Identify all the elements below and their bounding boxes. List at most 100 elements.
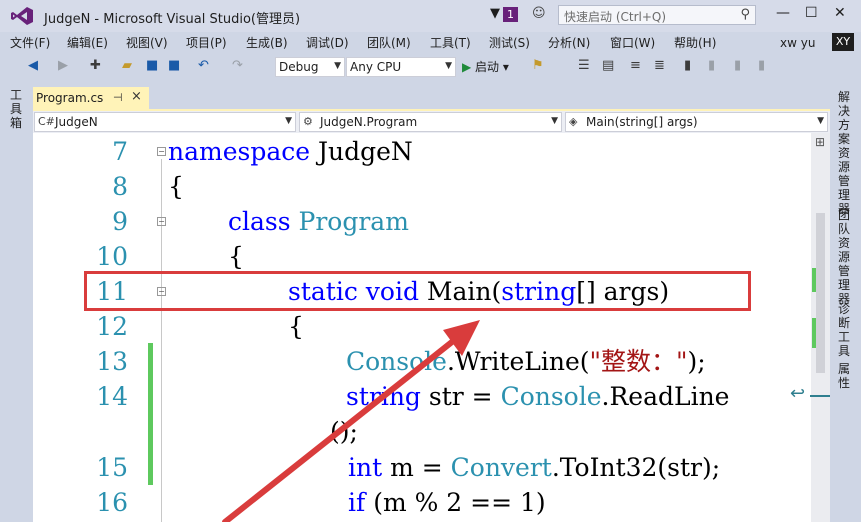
- visual-studio-logo-icon: [11, 7, 33, 25]
- menu-edit[interactable]: 编辑(E): [67, 34, 108, 51]
- platform-dropdown[interactable]: Any CPU ▼: [346, 57, 456, 77]
- feedback-icon[interactable]: ☺: [532, 6, 546, 21]
- properties-icon[interactable]: ▤: [602, 58, 614, 73]
- clear-bookmarks-icon[interactable]: ▮: [758, 58, 765, 73]
- project-dropdown[interactable]: C# JudgeN ▼: [34, 112, 296, 132]
- collapse-icon[interactable]: −: [157, 147, 166, 156]
- menu-build[interactable]: 生成(B): [246, 34, 288, 51]
- new-project-icon[interactable]: ✚: [90, 58, 101, 73]
- split-view-icon[interactable]: ⊞: [815, 135, 825, 149]
- keyword: if: [348, 488, 366, 517]
- project-value: JudgeN: [55, 115, 98, 129]
- member-dropdown[interactable]: ◈ Main(string[] args) ▼: [565, 112, 828, 132]
- menu-view[interactable]: 视图(V): [126, 34, 168, 51]
- method-icon: ◈: [569, 115, 578, 128]
- minimize-icon[interactable]: —: [776, 5, 790, 21]
- search-icon[interactable]: ⚲: [740, 7, 750, 22]
- menu-bar: 文件(F) 编辑(E) 视图(V) 项目(P) 生成(B) 调试(D) 团队(M…: [0, 32, 861, 52]
- line-number: 7: [112, 137, 128, 166]
- maximize-icon[interactable]: ☐: [805, 5, 818, 21]
- scroll-thumb[interactable]: [816, 213, 825, 373]
- browser-link-icon[interactable]: ⚑: [532, 58, 544, 73]
- menu-window[interactable]: 窗口(W): [610, 34, 655, 51]
- platform-value: Any CPU: [350, 60, 402, 74]
- open-folder-icon[interactable]: ▰: [122, 58, 132, 73]
- menu-file[interactable]: 文件(F): [10, 34, 50, 51]
- code-line-10: {: [228, 242, 244, 272]
- identifier: ();: [330, 417, 358, 446]
- code-line-15: int m = Convert.ToInt32(str);: [348, 453, 720, 483]
- class-icon: ⚙: [303, 115, 313, 128]
- team-explorer-tab[interactable]: 团队资源管理器: [838, 208, 852, 306]
- change-indicator: [148, 343, 153, 485]
- code-line-7: namespace JudgeN: [168, 137, 413, 167]
- pin-icon[interactable]: ⊣: [113, 91, 123, 104]
- code-line-9: class Program: [228, 207, 409, 237]
- identifier: str =: [420, 382, 501, 411]
- menu-test[interactable]: 测试(S): [489, 34, 530, 51]
- menu-tools[interactable]: 工具(T): [430, 34, 471, 51]
- menu-analyze[interactable]: 分析(N): [548, 34, 590, 51]
- type-name: Convert: [450, 453, 552, 482]
- play-icon: ▶: [462, 60, 476, 74]
- line-number: 8: [112, 172, 128, 201]
- menu-help[interactable]: 帮助(H): [674, 34, 716, 51]
- line-number: 12: [96, 312, 128, 341]
- start-debug-button[interactable]: ▶ 启动 ▾: [462, 58, 509, 75]
- window-title: JudgeN - Microsoft Visual Studio(管理员): [44, 12, 301, 27]
- close-icon[interactable]: ×: [131, 89, 142, 104]
- navigate-back-icon[interactable]: ◀: [28, 58, 38, 73]
- chevron-down-icon: ▼: [334, 61, 341, 71]
- solution-explorer-icon[interactable]: ☰: [578, 58, 590, 73]
- solution-config-value: Debug: [279, 60, 319, 74]
- user-name[interactable]: xw yu: [780, 36, 815, 50]
- filter-icon[interactable]: ▼: [490, 6, 500, 21]
- collapse-icon[interactable]: −: [157, 217, 166, 226]
- chevron-down-icon: ▼: [551, 116, 558, 126]
- type-name: Console: [346, 347, 447, 376]
- tab-label: Program.cs: [36, 91, 104, 105]
- redo-icon[interactable]: ↷: [232, 58, 243, 73]
- menu-debug[interactable]: 调试(D): [306, 34, 349, 51]
- tab-program-cs[interactable]: Program.cs ⊣ ×: [33, 87, 149, 110]
- navigate-forward-icon[interactable]: ▶: [58, 58, 68, 73]
- save-icon[interactable]: ■: [146, 58, 158, 73]
- toolbox-tab[interactable]: 工具箱: [10, 88, 24, 130]
- identifier: .ReadLine: [601, 382, 730, 411]
- identifier: m =: [382, 453, 451, 482]
- next-bookmark-icon[interactable]: ▮: [734, 58, 741, 73]
- menu-team[interactable]: 团队(M): [367, 34, 411, 51]
- solution-explorer-tab[interactable]: 解决方案资源管理器: [838, 90, 852, 216]
- uncomment-icon[interactable]: ≣: [654, 58, 665, 73]
- left-tool-rail: [0, 82, 33, 522]
- identifier: .ToInt32(str);: [551, 453, 721, 482]
- quick-launch-search[interactable]: 快速启动 (Ctrl+Q) ⚲: [558, 5, 756, 25]
- close-window-icon[interactable]: ✕: [834, 5, 846, 21]
- notification-badge[interactable]: 1: [503, 7, 518, 22]
- comment-icon[interactable]: ≡: [630, 58, 641, 73]
- menu-project[interactable]: 项目(P): [186, 34, 227, 51]
- prev-bookmark-icon[interactable]: ▮: [708, 58, 715, 73]
- chevron-down-icon: ▼: [285, 116, 292, 126]
- solution-config-dropdown[interactable]: Debug ▼: [275, 57, 345, 77]
- avatar[interactable]: XY: [832, 33, 854, 51]
- start-label: 启动: [475, 60, 500, 74]
- keyword: class: [228, 207, 291, 236]
- bookmark-icon[interactable]: ▮: [684, 58, 691, 73]
- line-number: 14: [96, 382, 128, 411]
- properties-tab[interactable]: 属性: [838, 362, 852, 390]
- member-value: Main(string[] args): [586, 115, 698, 129]
- identifier: .WriteLine(: [446, 347, 590, 376]
- annotation-highlight-box: [84, 271, 751, 311]
- diagnostic-tools-tab[interactable]: 诊断工具: [838, 302, 852, 358]
- fold-guide: [161, 159, 162, 522]
- line-number: 15: [96, 453, 128, 482]
- chevron-down-icon: ▼: [817, 116, 824, 126]
- class-dropdown[interactable]: ⚙ JudgeN.Program ▼: [299, 112, 562, 132]
- quick-launch-placeholder: 快速启动 (Ctrl+Q): [564, 10, 667, 24]
- scroll-change-marker: [812, 268, 816, 292]
- undo-icon[interactable]: ↶: [198, 58, 209, 73]
- class-value: JudgeN.Program: [320, 115, 418, 129]
- string-literal: "整数：": [589, 347, 688, 376]
- save-all-icon[interactable]: ■: [168, 58, 180, 73]
